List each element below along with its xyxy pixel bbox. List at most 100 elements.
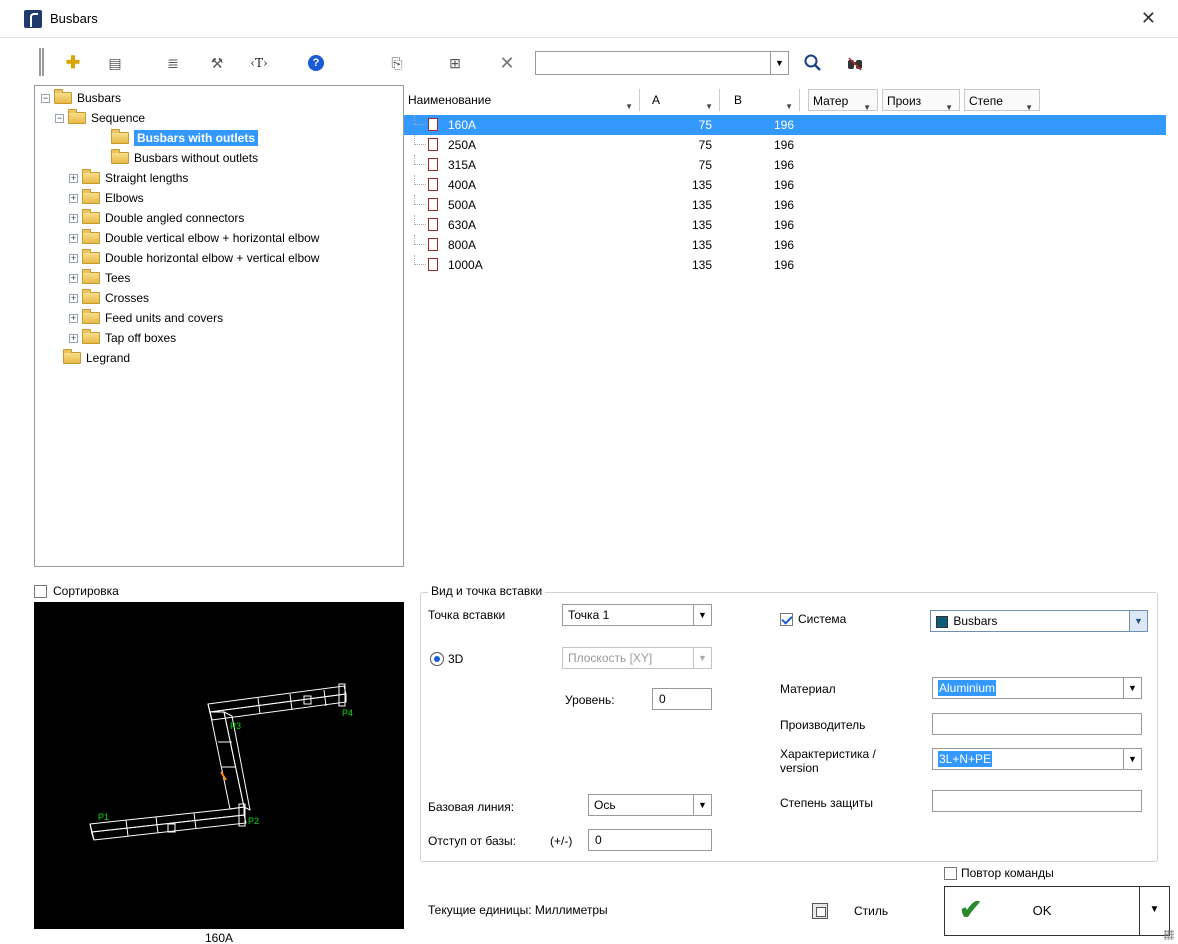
search-input[interactable]: ▼ [535,51,789,75]
chevron-down-icon[interactable]: ▼ [693,795,711,815]
tree-item-elbows[interactable]: + Elbows [69,188,144,208]
expand-icon[interactable]: + [69,233,78,243]
column-header-label: Произ [887,94,922,108]
repeat-command-checkbox[interactable]: Повтор команды [944,866,1054,880]
table-row[interactable]: 1000A 135 196 [404,255,1166,275]
baseline-select[interactable]: Ось ▼ [588,794,712,816]
radio-icon[interactable] [430,652,444,666]
expand-icon[interactable]: + [69,333,78,343]
level-input[interactable]: 0 [652,688,712,710]
expand-icon[interactable]: + [69,313,78,323]
item-icon [428,158,438,171]
tag-icon[interactable]: ‹T› [248,52,270,74]
table-row[interactable]: 400A 135 196 [404,175,1166,195]
tree-item-double-horizontal-elbow[interactable]: + Double horizontal elbow + vertical elb… [69,248,319,268]
checkbox-icon[interactable] [780,612,793,626]
preview-caption: 160A [204,931,234,944]
cell-b: 196 [773,238,794,252]
cell-name: 630A [448,218,477,232]
expand-icon[interactable]: + [69,273,78,283]
properties-icon[interactable]: ▤ [104,52,126,74]
manufacturer-input[interactable] [932,713,1142,735]
checkbox-icon[interactable] [34,584,47,598]
sort-checkbox[interactable]: Сортировка [34,584,119,598]
expand-icon[interactable]: + [69,193,78,203]
view-icon[interactable]: ⊞ [444,52,466,74]
column-header-a[interactable]: A ▼ [648,89,720,111]
preview-canvas[interactable]: P1 P2 P3 P4 [34,602,404,929]
cell-b: 196 [773,178,794,192]
table-row[interactable]: 800A 135 196 [404,235,1166,255]
characteristic-select[interactable]: 3L+N+PE ▼ [932,748,1142,770]
list-header: Наименование ▼ A ▼ B ▼ Матер ▼ Произ ▼ С… [404,85,1040,113]
tree-item-sequence[interactable]: − Sequence [55,108,145,128]
tree-item-legrand[interactable]: Legrand [63,348,130,368]
material-select[interactable]: Aluminium ▼ [932,677,1142,699]
chevron-down-icon[interactable]: ▼ [1139,887,1169,935]
tree-item-tees[interactable]: + Tees [69,268,130,288]
close-icon[interactable]: ✕ [1141,8,1156,29]
chevron-down-icon[interactable]: ▼ [1129,611,1147,631]
toolbar-grip[interactable] [39,48,44,76]
tree-connector [414,155,426,165]
category-tree[interactable]: − Busbars − Sequence Busbars with outlet… [34,85,404,567]
cell-name: 400A [448,178,477,192]
tree-item-busbars-without-outlets[interactable]: Busbars without outlets [111,148,258,168]
table-row[interactable]: 315A 75 196 [404,155,1166,175]
list-icon[interactable]: ≣ [162,52,184,74]
collapse-icon[interactable]: − [55,113,64,123]
tools-icon[interactable]: ⚒ [206,52,228,74]
insert-point-select[interactable]: Точка 1 ▼ [562,604,712,626]
checkbox-icon[interactable] [944,866,957,880]
tree-item-straight-lengths[interactable]: + Straight lengths [69,168,188,188]
copy-icon[interactable]: ⎘ [386,52,408,74]
expand-icon[interactable]: + [69,213,78,223]
cell-b: 196 [773,258,794,272]
cell-name: 315A [448,158,477,172]
column-header-material[interactable]: Матер ▼ [808,89,878,112]
tree-item-crosses[interactable]: + Crosses [69,288,149,308]
system-checkbox[interactable]: Система [780,612,846,626]
resize-grip[interactable] [1164,930,1174,940]
expand-icon[interactable]: + [69,173,78,183]
table-row[interactable]: 160A 75 196 [404,115,1166,135]
ok-button[interactable]: ✔ OK ▼ [944,886,1170,936]
help-icon[interactable]: ? [308,55,324,71]
tree-item-tap-off-boxes[interactable]: + Tap off boxes [69,328,176,348]
chevron-down-icon[interactable]: ▼ [770,52,788,74]
offset-input[interactable]: 0 [588,829,712,851]
collapse-icon[interactable]: − [41,93,50,103]
chevron-down-icon[interactable]: ▼ [1123,678,1141,698]
binoculars-icon[interactable] [846,54,864,72]
column-header-manufacturer[interactable]: Произ ▼ [882,89,960,112]
point-label-p1: P1 [98,812,109,822]
protection-input[interactable] [932,790,1142,812]
table-row[interactable]: 250A 75 196 [404,135,1166,155]
characteristic-label-line2: version [780,761,819,775]
cell-a: 135 [691,218,712,232]
tree-item-busbars-with-outlets[interactable]: Busbars with outlets [111,128,259,148]
search-icon[interactable] [804,54,822,72]
style-button[interactable]: Стиль [800,890,918,932]
tree-item-busbars[interactable]: − Busbars [41,88,121,108]
expand-icon[interactable]: + [69,293,78,303]
tree-item-double-angled-connectors[interactable]: + Double angled connectors [69,208,244,228]
tree-item-feed-units[interactable]: + Feed units and covers [69,308,223,328]
column-header-name[interactable]: Наименование ▼ [404,89,640,111]
table-row[interactable]: 630A 135 196 [404,215,1166,235]
system-select[interactable]: Busbars ▼ [930,610,1148,632]
delete-icon[interactable]: ✕ [496,52,518,74]
table-row[interactable]: 500A 135 196 [404,195,1166,215]
column-header-b[interactable]: B ▼ [730,89,800,111]
tree-item-double-vertical-elbow[interactable]: + Double vertical elbow + horizontal elb… [69,228,319,248]
column-header-protection[interactable]: Степе ▼ [964,89,1040,112]
item-list[interactable]: Наименование ▼ A ▼ B ▼ Матер ▼ Произ ▼ С… [404,85,1166,567]
chevron-down-icon[interactable]: ▼ [1123,749,1141,769]
add-icon[interactable]: ✚ [62,52,84,74]
expand-icon[interactable]: + [69,253,78,263]
mode-3d-radio[interactable]: 3D [430,652,463,666]
tree-connector [414,215,426,225]
cell-a: 75 [698,118,712,132]
chevron-down-icon[interactable]: ▼ [693,605,711,625]
tree-item-label: Tap off boxes [105,331,177,345]
